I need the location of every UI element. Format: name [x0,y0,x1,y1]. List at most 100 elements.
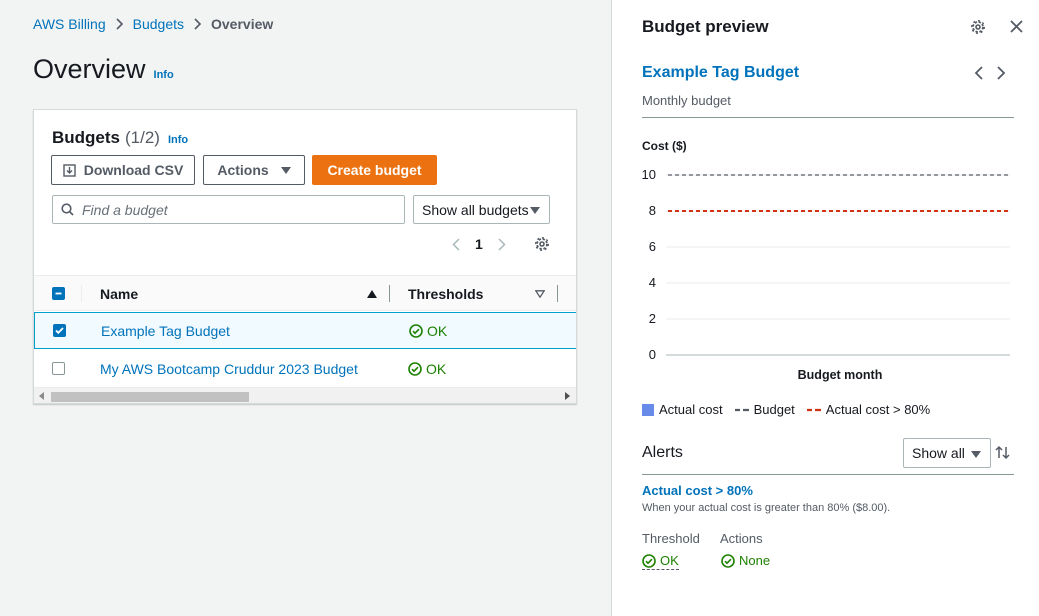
actions-dropdown-button[interactable]: Actions [203,155,305,185]
alerts-filter-value: Show all [912,445,965,461]
column-header-name[interactable]: Name [100,286,138,302]
sort-icon[interactable] [995,445,1010,460]
budget-name-link[interactable]: Example Tag Budget [101,323,230,339]
status-ok-icon [409,324,427,338]
actions-status: None [721,553,770,568]
caret-down-icon [971,451,981,458]
row-checkbox[interactable] [53,324,66,337]
threshold-label: Threshold [642,531,700,546]
table-header: Name Thresholds [34,275,576,311]
y-tick-label: 2 [649,311,656,326]
y-tick-label: 10 [642,167,656,182]
next-page-icon[interactable] [498,237,506,251]
row-checkbox[interactable] [52,362,65,375]
scroll-left-icon[interactable] [39,392,44,400]
download-csv-label: Download CSV [83,162,184,178]
alerts-heading: Alerts [642,444,683,461]
page-header: Overview Info [33,54,174,85]
page-info-link[interactable]: Info [154,69,174,81]
search-input[interactable]: Find a budget [52,195,405,224]
status-badge: OK [409,323,447,339]
table-row[interactable]: Example Tag Budget OK [34,312,576,349]
column-divider[interactable] [557,285,558,302]
status-text: OK [426,361,447,377]
budget-filter-select[interactable]: Show all budgets [413,195,550,224]
legend-item-actual-cost: Actual cost [642,402,723,417]
divider [642,117,1014,118]
y-tick-label: 6 [649,239,656,254]
preview-budget-name-link[interactable]: Example Tag Budget [642,64,799,82]
status-text: OK [427,323,448,339]
chevron-right-icon [194,18,202,30]
legend-label: Actual cost > 80% [825,402,931,417]
y-tick-label: 4 [649,275,656,290]
card-count: (1/2) [125,128,160,147]
breadcrumb-current: Overview [211,16,274,32]
current-page[interactable]: 1 [475,236,483,252]
legend-swatch [642,403,654,416]
breadcrumb-aws-billing[interactable]: AWS Billing [33,16,106,32]
chevron-right-icon [116,18,124,30]
y-tick-label: 0 [649,347,656,362]
column-divider[interactable] [389,285,390,302]
card-info-link[interactable]: Info [168,134,188,146]
caret-down-icon [280,166,291,174]
main-content: AWS Billing Budgets Overview Overview In… [0,0,624,616]
legend-label: Actual cost [659,402,723,417]
alert-description: When your actual cost is greater than 80… [642,502,891,514]
budget-filter-value: Show all budgets [422,201,529,218]
caret-down-icon [530,207,540,214]
alerts-filter-select[interactable]: Show all [903,438,991,468]
close-icon[interactable] [1010,20,1023,33]
column-header-thresholds[interactable]: Thresholds [408,286,483,302]
search-placeholder: Find a budget [82,201,168,218]
table-row[interactable]: My AWS Bootcamp Cruddur 2023 Budget OK [34,350,576,387]
scrollbar-thumb[interactable] [51,392,249,402]
legend-item-budget: Budget [734,402,795,417]
budget-type: Monthly budget [642,93,731,108]
budget-name-link[interactable]: My AWS Bootcamp Cruddur 2023 Budget [100,361,358,377]
threshold-status[interactable]: OK [642,553,679,570]
actions-status-text: None [739,553,771,568]
create-budget-button[interactable]: Create budget [312,155,437,185]
chart-legend: Actual cost Budget Actual cost > 80% [642,402,942,417]
x-axis-label: Budget month [798,368,883,382]
download-csv-button[interactable]: Download CSV [51,155,195,185]
column-divider [81,285,82,302]
chart-y-axis-label: Cost ($) [642,139,687,153]
status-ok-icon [642,553,660,568]
legend-item-threshold: Actual cost > 80% [806,402,931,417]
actions-label: Actions [217,162,269,178]
card-title: Budgets [52,128,120,147]
pagination: 1 [452,236,550,252]
breadcrumb-budgets[interactable]: Budgets [133,16,184,32]
search-icon [61,203,74,216]
previous-budget-icon[interactable] [974,66,983,80]
divider [642,474,1014,475]
settings-gear-icon[interactable] [970,19,986,35]
budget-preview-panel: Budget preview Example Tag Budget Monthl… [611,0,1039,616]
status-ok-icon [408,362,426,376]
select-all-checkbox[interactable] [52,287,65,300]
scroll-right-icon[interactable] [565,392,570,400]
breadcrumb: AWS Billing Budgets Overview [33,16,273,32]
horizontal-scrollbar[interactable] [34,387,576,403]
threshold-status-text: OK [660,553,679,568]
settings-gear-icon[interactable] [534,236,550,252]
status-badge: OK [408,361,446,377]
page-title: Overview [33,54,146,84]
budgets-table-card: Budgets (1/2) Info Download CSV Actions … [33,109,577,404]
next-budget-icon[interactable] [997,66,1006,80]
card-header: Budgets (1/2) Info [52,128,188,148]
alert-name-link[interactable]: Actual cost > 80% [642,483,753,498]
actions-label: Actions [720,531,763,546]
status-ok-icon [721,553,739,568]
budget-chart: 0 2 4 6 8 10 Budget month [642,167,1010,382]
panel-title: Budget preview [642,17,769,36]
sort-icon[interactable] [535,290,545,298]
y-tick-label: 8 [649,203,656,218]
prev-page-icon[interactable] [452,237,460,251]
sort-ascending-icon[interactable] [367,290,377,298]
download-icon [63,163,76,177]
legend-label: Budget [753,402,795,417]
